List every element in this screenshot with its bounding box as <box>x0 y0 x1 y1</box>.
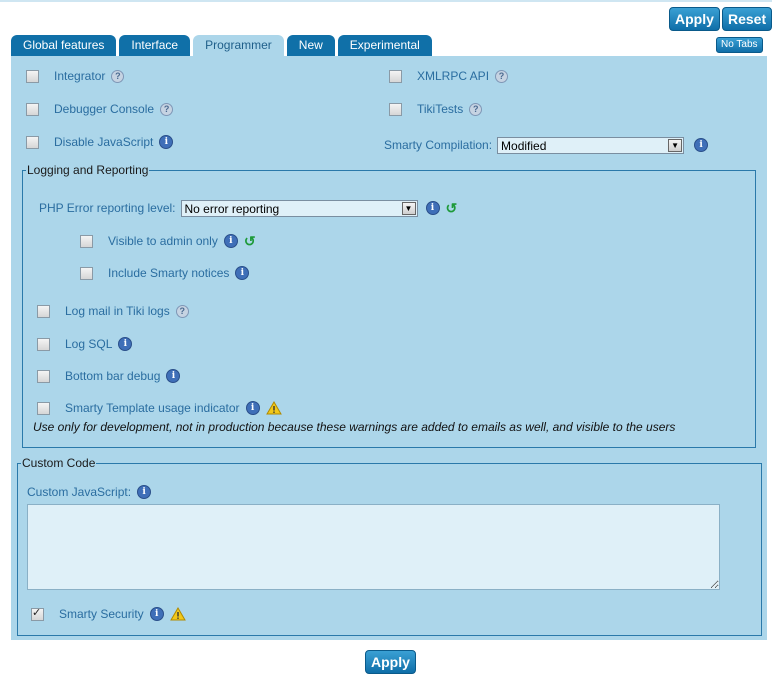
integrator-label[interactable]: Integrator <box>54 69 105 83</box>
integrator-row: Integrator ? <box>26 67 125 85</box>
log-sql-row: Log SQL i <box>37 335 133 353</box>
visible-admin-checkbox[interactable] <box>80 234 93 248</box>
custom-js-label: Custom JavaScript: <box>27 485 132 499</box>
php-error-select[interactable]: No error reporting ▼ <box>180 199 418 217</box>
info-icon[interactable]: i <box>223 234 238 248</box>
smarty-notices-checkbox[interactable] <box>80 266 93 280</box>
help-icon[interactable]: ? <box>469 102 483 116</box>
tikitests-checkbox[interactable] <box>389 102 402 116</box>
warning-icon <box>265 401 282 415</box>
smarty-compilation-select[interactable]: Modified ▼ <box>497 136 685 154</box>
info-icon[interactable]: i <box>245 401 260 415</box>
log-mail-checkbox[interactable] <box>37 304 50 318</box>
chevron-down-icon[interactable]: ▼ <box>401 201 416 215</box>
tab-experimental[interactable]: Experimental <box>337 35 432 56</box>
integrator-checkbox[interactable] <box>26 69 39 83</box>
smarty-compilation-value: Modified <box>501 138 547 153</box>
smarty-compilation-row: Smarty Compilation: Modified ▼ i <box>384 136 709 154</box>
development-note: Use only for development, not in product… <box>33 420 676 434</box>
warning-icon <box>169 607 186 621</box>
visible-admin-row: Visible to admin only i ↺ <box>80 232 256 250</box>
apply-button-bottom[interactable]: Apply <box>365 650 416 674</box>
custom-js-label-row: Custom JavaScript: i <box>27 483 152 501</box>
custom-code-legend: Custom Code <box>22 456 96 470</box>
smarty-notices-label[interactable]: Include Smarty notices <box>108 266 229 280</box>
help-icon[interactable]: ? <box>175 304 189 318</box>
tab-new[interactable]: New <box>286 35 335 56</box>
php-error-value: No error reporting <box>184 201 280 216</box>
top-divider <box>0 0 772 2</box>
log-mail-label[interactable]: Log mail in Tiki logs <box>65 304 170 318</box>
tab-programmer[interactable]: Programmer <box>193 35 284 57</box>
smarty-compilation-label: Smarty Compilation: <box>384 138 493 152</box>
log-mail-row: Log mail in Tiki logs ? <box>37 302 189 320</box>
info-icon[interactable]: i <box>235 266 250 280</box>
xmlrpc-row: XMLRPC API ? <box>389 67 509 85</box>
disable-js-checkbox[interactable] <box>26 135 39 149</box>
tab-bar: Global features Interface Programmer New… <box>11 35 435 57</box>
tab-global-features[interactable]: Global features <box>11 35 117 56</box>
debugger-checkbox[interactable] <box>26 102 39 116</box>
smarty-template-label[interactable]: Smarty Template usage indicator <box>65 401 240 415</box>
smarty-security-label[interactable]: Smarty Security <box>59 607 144 621</box>
info-icon[interactable]: i <box>166 369 181 383</box>
php-error-label: PHP Error reporting level: <box>39 201 176 215</box>
tab-interface[interactable]: Interface <box>119 35 191 56</box>
tikitests-row: TikiTests ? <box>389 100 483 118</box>
apply-button-top[interactable]: Apply <box>669 7 720 31</box>
xmlrpc-label[interactable]: XMLRPC API <box>417 69 489 83</box>
chevron-down-icon[interactable]: ▼ <box>668 138 683 152</box>
debugger-label[interactable]: Debugger Console <box>54 102 154 116</box>
help-icon[interactable]: ? <box>111 69 125 83</box>
info-icon[interactable]: i <box>149 607 164 621</box>
bottom-bar-row: Bottom bar debug i <box>37 367 181 385</box>
smarty-template-checkbox[interactable] <box>37 401 50 415</box>
reset-button[interactable]: Reset <box>722 7 772 31</box>
smarty-security-row: Smarty Security i <box>31 605 186 623</box>
visible-admin-label[interactable]: Visible to admin only <box>108 234 218 248</box>
disable-js-row: Disable JavaScript i <box>26 133 174 151</box>
xmlrpc-checkbox[interactable] <box>389 69 402 83</box>
smarty-template-row: Smarty Template usage indicator i <box>37 399 282 417</box>
smarty-notices-row: Include Smarty notices i <box>80 264 250 282</box>
help-icon[interactable]: ? <box>160 102 174 116</box>
info-icon[interactable]: i <box>137 485 152 499</box>
log-sql-label[interactable]: Log SQL <box>65 337 112 351</box>
reset-default-icon[interactable]: ↺ <box>244 233 256 250</box>
info-icon[interactable]: i <box>425 201 440 215</box>
disable-js-label[interactable]: Disable JavaScript <box>54 135 153 149</box>
smarty-security-checkbox[interactable] <box>31 606 44 621</box>
php-error-row: PHP Error reporting level: No error repo… <box>39 199 457 217</box>
debugger-row: Debugger Console ? <box>26 100 174 118</box>
no-tabs-button[interactable]: No Tabs <box>716 37 763 53</box>
help-icon[interactable]: ? <box>495 69 509 83</box>
tikitests-label[interactable]: TikiTests <box>417 102 463 116</box>
custom-js-textarea[interactable] <box>27 504 720 590</box>
info-icon[interactable]: i <box>159 135 174 149</box>
log-sql-checkbox[interactable] <box>37 337 50 351</box>
reset-default-icon[interactable]: ↺ <box>446 200 458 217</box>
bottom-bar-label[interactable]: Bottom bar debug <box>65 369 160 383</box>
info-icon[interactable]: i <box>118 337 133 351</box>
info-icon[interactable]: i <box>694 138 709 152</box>
bottom-bar-checkbox[interactable] <box>37 369 50 383</box>
logging-legend: Logging and Reporting <box>27 163 149 177</box>
